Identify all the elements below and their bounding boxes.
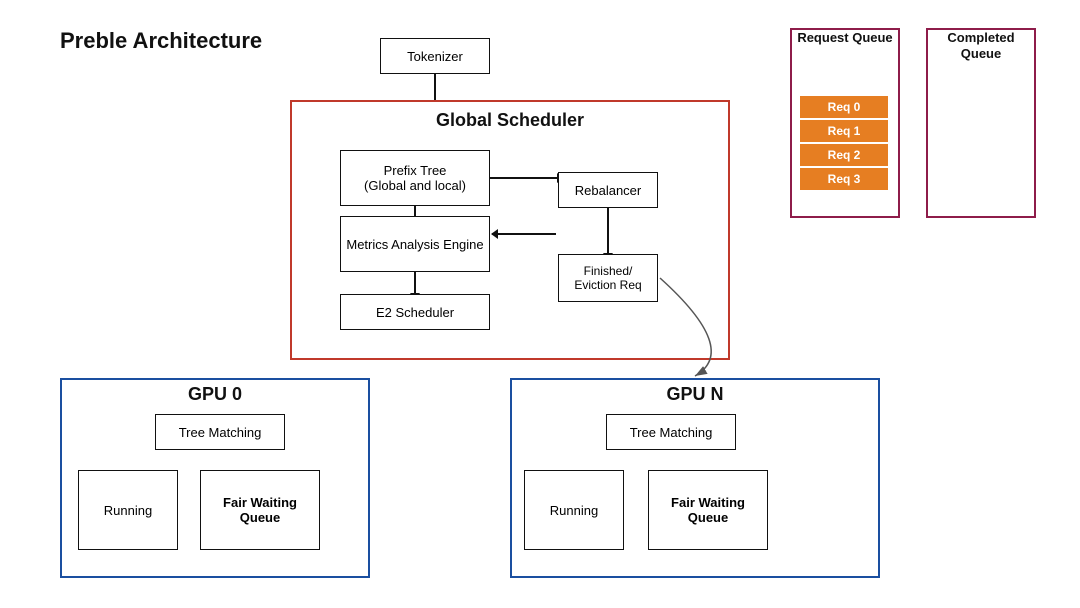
tokenizer-label: Tokenizer xyxy=(407,49,463,64)
tree-matching-gpu0-label: Tree Matching xyxy=(179,425,262,440)
tree-matching-gpun: Tree Matching xyxy=(606,414,736,450)
req-item-3: Req 3 xyxy=(800,168,888,190)
arrow-prefix-to-rebalancer xyxy=(490,177,558,179)
page: Preble Architecture Tokenizer Global Sch… xyxy=(0,0,1080,608)
running-gpun-label: Running xyxy=(550,503,598,518)
global-scheduler-title: Global Scheduler xyxy=(290,110,730,131)
metrics-engine-box: Metrics Analysis Engine xyxy=(340,216,490,272)
finished-eviction-box: Finished/Eviction Req xyxy=(558,254,658,302)
fair-waiting-gpun-label: Fair WaitingQueue xyxy=(671,495,745,525)
rebalancer-label: Rebalancer xyxy=(575,183,642,198)
prefix-tree-box: Prefix Tree(Global and local) xyxy=(340,150,490,206)
prefix-tree-label: Prefix Tree(Global and local) xyxy=(364,163,466,193)
fair-waiting-gpu0-label: Fair WaitingQueue xyxy=(223,495,297,525)
request-queue-title: Request Queue xyxy=(790,30,900,46)
rebalancer-box: Rebalancer xyxy=(558,172,658,208)
gpun-title: GPU N xyxy=(510,384,880,405)
running-gpu0: Running xyxy=(78,470,178,550)
gpu0-title: GPU 0 xyxy=(60,384,370,405)
page-title: Preble Architecture xyxy=(60,28,262,54)
fair-waiting-queue-gpun: Fair WaitingQueue xyxy=(648,470,768,550)
arrow-rebalancer-to-eviction xyxy=(607,208,609,254)
e2-scheduler-label: E2 Scheduler xyxy=(376,305,454,320)
e2-scheduler-box: E2 Scheduler xyxy=(340,294,490,330)
arrow-metrics-to-e2 xyxy=(414,272,416,294)
completed-queue-title: Completed Queue xyxy=(926,30,1036,61)
tree-matching-gpu0: Tree Matching xyxy=(155,414,285,450)
req-item-1: Req 1 xyxy=(800,120,888,142)
metrics-engine-label: Metrics Analysis Engine xyxy=(346,237,483,252)
req-item-0: Req 0 xyxy=(800,96,888,118)
tree-matching-gpun-label: Tree Matching xyxy=(630,425,713,440)
finished-eviction-label: Finished/Eviction Req xyxy=(574,264,641,292)
arrow-metrics-to-rebalancer xyxy=(492,233,556,235)
fair-waiting-queue-gpu0: Fair WaitingQueue xyxy=(200,470,320,550)
running-gpun: Running xyxy=(524,470,624,550)
tokenizer-box: Tokenizer xyxy=(380,38,490,74)
arrow-tokenizer-to-scheduler xyxy=(434,74,436,102)
running-gpu0-label: Running xyxy=(104,503,152,518)
req-item-2: Req 2 xyxy=(800,144,888,166)
